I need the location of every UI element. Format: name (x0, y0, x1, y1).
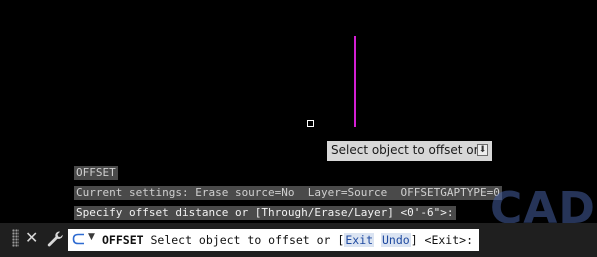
option-undo[interactable]: Undo (380, 233, 411, 247)
command-line-input[interactable]: ▼ OFFSET Select object to offset or [Exi… (68, 229, 479, 251)
magenta-line[interactable] (354, 36, 356, 127)
command-icon[interactable] (72, 233, 86, 245)
wrench-icon[interactable] (46, 230, 64, 248)
command-prompt: OFFSET Select object to offset or [Exit … (102, 232, 473, 248)
history-line: Specify offset distance or [Through/Eras… (74, 206, 456, 220)
dropdown-icon[interactable]: ⬇ (477, 144, 488, 156)
option-exit[interactable]: Exit (344, 233, 375, 247)
history-line: OFFSET (74, 166, 118, 180)
pickbox-cursor (307, 120, 314, 127)
prompt-end: ] <Exit>: (410, 233, 473, 247)
drag-handle[interactable] (12, 229, 19, 247)
history-line: Current settings: Erase source=No Layer=… (74, 186, 502, 200)
command-name: OFFSET (102, 233, 144, 247)
drawing-canvas[interactable]: Select object to offset or ⬇ OFFSET Curr… (0, 0, 597, 257)
command-bar: ✕ ▼ OFFSET Select object to offset or [E… (0, 223, 597, 257)
prompt-text: Select object to offset or [ (143, 233, 345, 247)
chevron-down-icon[interactable]: ▼ (88, 232, 95, 242)
tooltip-text: Select object to offset or (331, 143, 479, 157)
close-icon[interactable]: ✕ (25, 228, 38, 248)
dynamic-input-tooltip: Select object to offset or ⬇ (327, 141, 492, 161)
